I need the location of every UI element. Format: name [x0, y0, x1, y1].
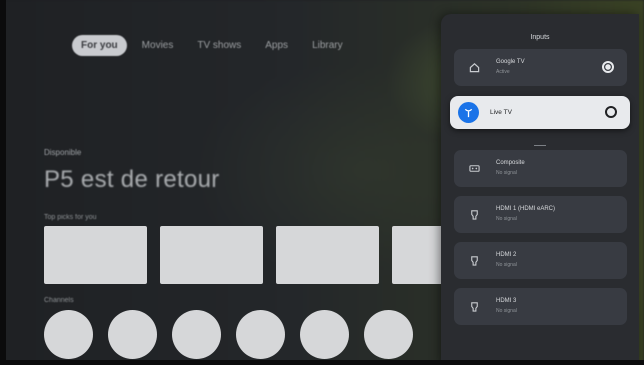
card-row: [44, 226, 495, 284]
content-card[interactable]: [44, 226, 147, 284]
input-item-google-tv[interactable]: Google TV Active: [454, 49, 627, 86]
input-status: No signal: [496, 216, 517, 222]
radio-unchecked-icon: [605, 106, 617, 118]
input-status: Active: [496, 69, 510, 75]
input-status: No signal: [496, 262, 517, 268]
antenna-icon: [458, 102, 479, 123]
composite-icon: [467, 161, 482, 176]
input-item-hdmi-2[interactable]: HDMI 2 No signal: [454, 242, 627, 279]
tab-library[interactable]: Library: [303, 35, 352, 56]
input-item-composite[interactable]: Composite No signal: [454, 150, 627, 187]
input-name: HDMI 2: [496, 252, 517, 258]
content-card[interactable]: [276, 226, 379, 284]
tv-home-screen: For you Movies TV shows Apps Library Dis…: [0, 0, 644, 365]
input-name: Live TV: [490, 109, 512, 116]
hero-title[interactable]: P5 est de retour: [44, 166, 220, 194]
hdmi-icon: [467, 299, 482, 314]
input-status: No signal: [496, 170, 517, 176]
screen-edge-bottom: [0, 360, 644, 365]
panel-divider: [534, 145, 546, 146]
tab-apps[interactable]: Apps: [256, 35, 297, 56]
row-label-circles: Channels: [44, 297, 74, 304]
channel-circle[interactable]: [236, 310, 285, 359]
channel-circle[interactable]: [172, 310, 221, 359]
inputs-panel: Inputs Google TV Active Live TV Composit…: [441, 14, 639, 365]
input-item-hdmi-3[interactable]: HDMI 3 No signal: [454, 288, 627, 325]
channel-circle[interactable]: [44, 310, 93, 359]
input-name: Composite: [496, 160, 525, 166]
row-label-cards: Top picks for you: [44, 214, 97, 221]
channel-circle[interactable]: [108, 310, 157, 359]
content-card[interactable]: [160, 226, 263, 284]
input-item-live-tv[interactable]: Live TV: [450, 96, 630, 129]
circle-row: [44, 310, 413, 359]
screen-edge-left: [0, 0, 6, 365]
hero-eyebrow: Disponible: [44, 148, 82, 157]
tab-for-you[interactable]: For you: [72, 35, 127, 56]
tab-tv-shows[interactable]: TV shows: [188, 35, 250, 56]
top-navigation: For you Movies TV shows Apps Library: [72, 35, 352, 56]
input-name: HDMI 3: [496, 298, 517, 304]
tab-movies[interactable]: Movies: [133, 35, 183, 56]
channel-circle[interactable]: [364, 310, 413, 359]
hdmi-icon: [467, 207, 482, 222]
input-name: HDMI 1 (HDMI eARC): [496, 206, 556, 212]
hdmi-icon: [467, 253, 482, 268]
channel-circle[interactable]: [300, 310, 349, 359]
input-item-hdmi-1[interactable]: HDMI 1 (HDMI eARC) No signal: [454, 196, 627, 233]
home-icon: [467, 60, 482, 75]
input-status: No signal: [496, 308, 517, 314]
inputs-panel-title: Inputs: [530, 34, 550, 41]
radio-checked-icon: [602, 61, 614, 73]
input-name: Google TV: [496, 59, 525, 65]
